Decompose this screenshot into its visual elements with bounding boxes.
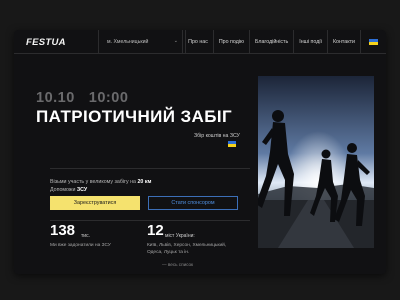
full-list-label: весь список [167,262,194,267]
cities-list: Київ, Львів, Херсон, Хмельницький, Одеса… [147,242,226,256]
chevron-down-icon: ⌄ [173,38,178,44]
festua-logo[interactable]: FESTUA [26,37,66,48]
cities-line-1: Київ, Львів, Херсон, Хмельницький, [147,243,227,248]
event-time: 10:00 [88,90,129,106]
menu-item-other-events[interactable]: Інші події [293,30,327,54]
cities-count: 12 [147,222,164,239]
ukraine-flag-icon [369,39,378,45]
divider [50,220,250,221]
event-date: 10.10 [36,90,75,106]
cities-unit: міст України: [165,233,195,239]
menu-item-contacts[interactable]: Контакти [326,30,360,54]
language-switch[interactable] [360,30,386,54]
cities-line-2: Одеса, Луцьк та ін. [147,250,190,255]
raised-description: Ми вже задонатили на ЗСУ [50,243,111,248]
page-title: ПАТРІОТИЧНИЙ ЗАБІГ [36,107,233,126]
full-list-link[interactable]: — весь список [162,262,193,267]
runners-photo [258,76,374,248]
top-navigation: FESTUA м. Хмельницький ⌄ Про нас Про под… [14,30,386,54]
event-subtitle: Збір коштів на ЗСУ [194,133,240,139]
raised-amount: 138 [50,222,76,239]
invite-line1: Візьми участь у великому забігу на [50,179,136,185]
landing-page: FESTUA м. Хмельницький ⌄ Про нас Про под… [14,30,386,274]
menu-item-event[interactable]: Про подію [212,30,249,54]
menu-item-charity[interactable]: Благодійність [248,30,293,54]
ukraine-flag-icon [228,141,236,147]
invite-line2: Допоможи [50,187,76,193]
distance: 20 км [137,179,152,185]
invite-text: Візьми участь у великому забігу на 20 км… [50,178,151,194]
register-button[interactable]: Зареєструватися [50,196,140,210]
menu-item-about[interactable]: Про нас [182,30,213,54]
divider [50,168,250,169]
main-menu: Про нас Про подію Благодійність Інші под… [182,30,386,54]
event-datetime: 10.10 10:00 [36,90,128,106]
raised-unit: тис. [81,233,90,239]
city-label: м. Хмельницький [107,39,149,45]
sponsor-button[interactable]: Стати спонсором [148,196,238,210]
zsu-label: ЗСУ [76,187,88,193]
city-selector[interactable]: м. Хмельницький ⌄ [98,30,186,54]
